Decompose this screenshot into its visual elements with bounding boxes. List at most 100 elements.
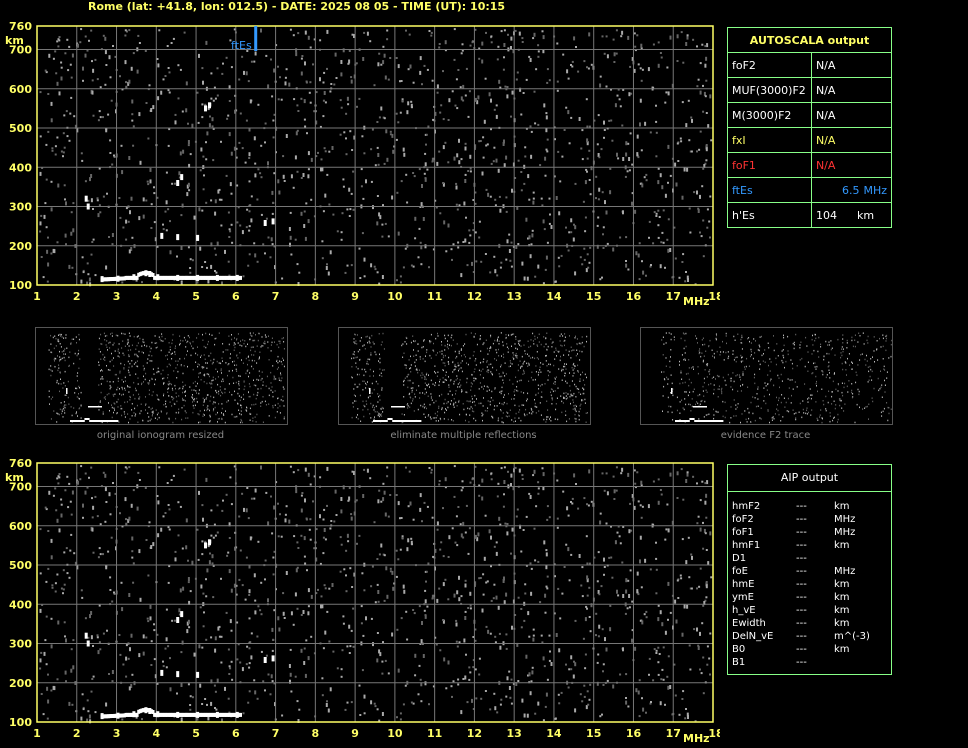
autoscala-row: fxI N/A bbox=[727, 127, 893, 153]
data-point bbox=[132, 711, 136, 718]
aip-label: hmE bbox=[732, 579, 755, 590]
caption-eliminate-reflections: eliminate multiple reflections bbox=[390, 430, 537, 441]
aip-row: D1 --- bbox=[732, 552, 891, 565]
y-tick-label: 400 bbox=[9, 598, 32, 611]
y-tick-label: 300 bbox=[9, 638, 32, 651]
x-tick-label: 10 bbox=[387, 290, 403, 303]
autoscala-value: N/A bbox=[810, 52, 893, 78]
data-point bbox=[235, 274, 239, 281]
autoscala-value: N/A bbox=[810, 127, 893, 153]
aip-label: h_vE bbox=[732, 605, 756, 616]
data-point bbox=[176, 617, 180, 623]
data-point bbox=[196, 274, 200, 281]
aip-unit: m^(-3) bbox=[834, 631, 870, 642]
x-tick-label: 9 bbox=[351, 290, 359, 303]
aip-row: foE --- MHz bbox=[732, 565, 891, 578]
aip-label: hmF2 bbox=[732, 501, 761, 512]
x-tick-label: 2 bbox=[73, 290, 81, 303]
aip-unit: km bbox=[834, 579, 850, 590]
autoscala-value-number: 104 bbox=[815, 208, 837, 222]
data-point bbox=[176, 274, 180, 281]
x-tick-label: 13 bbox=[507, 727, 522, 740]
autoscala-value-number: N/A bbox=[815, 133, 836, 147]
ftes-label: ftEs bbox=[231, 39, 252, 52]
x-tick-label: 15 bbox=[586, 727, 601, 740]
data-point bbox=[132, 274, 136, 281]
autoscala-label: foF1 bbox=[727, 152, 812, 178]
data-point bbox=[196, 671, 200, 678]
aip-row: foF1 --- MHz bbox=[732, 526, 891, 539]
data-point bbox=[176, 180, 180, 186]
autoscala-value: 6.5 MHz bbox=[810, 177, 893, 203]
y-tick-label: 600 bbox=[9, 520, 32, 533]
data-point bbox=[204, 105, 207, 112]
x-tick-label: 16 bbox=[626, 727, 642, 740]
data-point bbox=[271, 655, 275, 662]
header-title: Rome (lat: +41.8, lon: 012.5) - DATE: 20… bbox=[88, 0, 506, 13]
autoscala-value: N/A bbox=[810, 102, 893, 128]
aip-row: B0 --- km bbox=[732, 643, 891, 656]
data-point bbox=[215, 274, 219, 281]
x-tick-label: 3 bbox=[113, 727, 121, 740]
x-tick-label: 4 bbox=[152, 290, 160, 303]
aip-label: B0 bbox=[732, 644, 746, 655]
aip-rows: hmF2 --- km foF2 --- MHz foF1 --- MHz hmF1 --- km D1… bbox=[728, 492, 891, 669]
data-point bbox=[84, 632, 88, 639]
aip-value: --- bbox=[796, 527, 807, 538]
x-axis-label: MHz bbox=[683, 732, 710, 745]
aip-label: foF2 bbox=[732, 514, 754, 525]
data-point bbox=[144, 707, 148, 714]
y-tick-label: 100 bbox=[9, 279, 32, 292]
data-point bbox=[148, 708, 152, 714]
autoscala-label: h'Es bbox=[727, 202, 812, 228]
x-tick-label: 17 bbox=[666, 727, 681, 740]
x-tick-label: 4 bbox=[152, 727, 160, 740]
autoscala-value-number: N/A bbox=[815, 108, 836, 122]
autoscala-unit: km bbox=[856, 208, 875, 222]
trace-point bbox=[239, 275, 242, 280]
autoscala-row: foF2 N/A bbox=[727, 52, 893, 78]
aip-unit: MHz bbox=[834, 514, 856, 525]
aip-row: foF2 --- MHz bbox=[732, 513, 891, 526]
y-axis-label: km bbox=[5, 34, 24, 47]
x-tick-label: 7 bbox=[272, 290, 280, 303]
x-tick-label: 17 bbox=[666, 290, 681, 303]
data-point bbox=[160, 669, 164, 676]
aip-row: hmF1 --- km bbox=[732, 539, 891, 552]
autoscala-label: ftEs bbox=[727, 177, 812, 203]
y-axis-label: km bbox=[5, 471, 24, 484]
x-tick-label: 18 bbox=[708, 290, 720, 303]
aip-value: --- bbox=[796, 644, 807, 655]
aip-label: DelN_vE bbox=[732, 631, 774, 642]
autoscala-value: N/A bbox=[810, 152, 893, 178]
data-point bbox=[263, 657, 267, 663]
autoscala-value: N/A bbox=[810, 77, 893, 103]
data-point bbox=[160, 232, 164, 239]
echo-trace bbox=[84, 539, 275, 720]
x-tick-label: 11 bbox=[427, 290, 442, 303]
aip-row: B1 --- bbox=[732, 656, 891, 669]
aip-value: --- bbox=[796, 501, 807, 512]
x-tick-label: 12 bbox=[467, 727, 482, 740]
autoscala-row: MUF(3000)F2 N/A bbox=[727, 77, 893, 103]
data-point bbox=[196, 711, 200, 718]
aip-label: foE bbox=[732, 566, 748, 577]
data-point bbox=[156, 711, 160, 718]
x-tick-label: 1 bbox=[33, 290, 41, 303]
data-point bbox=[148, 271, 152, 277]
caption-original: original ionogram resized bbox=[96, 430, 225, 441]
autoscala-row: h'Es 104 km bbox=[727, 202, 893, 228]
aip-unit: MHz bbox=[834, 566, 856, 577]
aip-value: --- bbox=[796, 514, 807, 525]
data-point bbox=[180, 174, 184, 181]
data-point bbox=[176, 671, 180, 678]
x-tick-label: 6 bbox=[232, 727, 240, 740]
aip-value: --- bbox=[796, 540, 807, 551]
x-tick-label: 1 bbox=[33, 727, 41, 740]
aip-unit: km bbox=[834, 540, 850, 551]
aip-label: D1 bbox=[732, 553, 747, 564]
y-tick-label: 600 bbox=[9, 83, 32, 96]
y-tick-label: 200 bbox=[9, 677, 32, 690]
autoscala-value: 104 km bbox=[810, 202, 893, 228]
ionogram-plot-top: 1 2 3 4 5 6 7 8 9 10 11 12 13 14 15 16 17 181002003004005… bbox=[5, 20, 720, 308]
